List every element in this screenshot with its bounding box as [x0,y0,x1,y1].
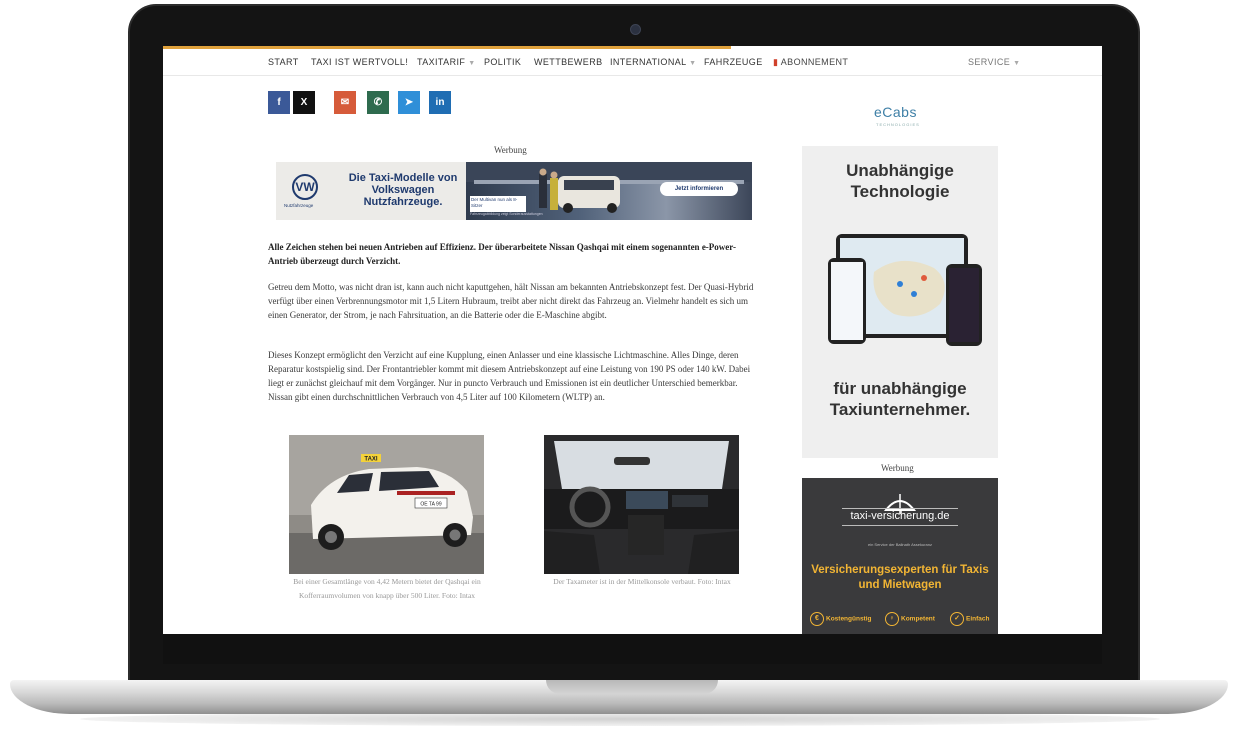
nav-abonnement-label: ABONNEMENT [780,57,849,67]
insurance-brand: taxi-versicherung.de [850,510,950,522]
photo-caption: Der Taxameter ist in der Mittelkonsole v… [553,577,731,586]
feature-kostenguenstig: € Kostengünstig [810,612,872,626]
ecabs-logo-sub: TECHNOLOGIES [876,122,920,127]
chevron-down-icon: ▼ [689,60,697,67]
nav-taxitarif[interactable]: TAXITARIF ▼ [417,57,476,67]
nav-fahrzeuge[interactable]: FAHRZEUGE [704,57,763,67]
chevron-down-icon: ▼ [468,60,476,67]
ecabs-headline-1: Unabhängige Technologie [846,161,954,201]
newspaper-icon: ▮ [773,57,779,67]
insurance-sub: ein Service der Ballnath Assekuranz [867,542,933,547]
feature-einfach: ✓ Einfach [950,612,989,626]
article-photo-interior[interactable] [544,435,739,574]
divider [842,508,958,509]
vw-photo: Jetzt informieren Der Multivan nun als 8… [466,162,752,220]
ecabs-logo[interactable]: eCabs [874,104,917,120]
nissan-interior-image [544,435,739,574]
article-photo-exterior[interactable]: TAXI OE TA 99 [289,435,484,574]
nav-international[interactable]: INTERNATIONAL ▼ [610,57,696,67]
vw-small-box: Der Multivan nun als 8-Sitzer [470,196,526,212]
phone-mockup-left [828,258,866,344]
share-x-button[interactable]: X [293,91,315,114]
nav-abonnement[interactable]: ▮ ABONNEMENT [773,57,848,68]
feature-label: Kompetent [901,615,935,623]
nav-politik[interactable]: POLITIK [484,57,521,67]
nav-international-label: INTERNATIONAL [610,57,687,67]
vw-disclaimer: Fahrzeugabbildung zeigt Sonderausstattun… [470,212,543,216]
feature-kompetent: ♀ Kompetent [885,612,935,626]
article-paragraph: Dieses Konzept ermöglicht den Verzicht a… [268,350,751,402]
divider [842,525,958,526]
nav-start[interactable]: START [268,57,299,67]
nav-service[interactable]: SERVICE ▼ [968,57,1020,67]
lightbulb-icon: ♀ [885,612,899,626]
share-linkedin-button[interactable]: in [429,91,451,114]
browser-screen: START TAXI IST WERTVOLL! TAXITARIF ▼ POL… [163,46,1102,634]
nav-wettbewerb[interactable]: WETTBEWERB [534,57,603,67]
share-email-button[interactable]: ✉ [334,91,356,114]
vw-cta-button[interactable]: Jetzt informieren [660,182,738,196]
taxi-sign: TAXI [364,457,378,463]
devices-image [828,234,982,350]
photo-caption: Bei einer Gesamtlänge von 4,42 Metern bi… [293,577,481,600]
main-nav: START TAXI IST WERTVOLL! TAXITARIF ▼ POL… [163,49,1102,76]
share-telegram-button[interactable]: ➤ [398,91,420,114]
laptop-shadow [80,712,1160,726]
feature-label: Kostengünstig [826,615,872,623]
license-plate: OE TA 99 [420,502,441,508]
phone-screen [831,262,863,340]
laptop-bezel [163,634,1102,664]
phone-screen [949,268,979,342]
vw-logo: VW [292,174,318,200]
thumbs-up-icon: ✓ [950,612,964,626]
nav-service-label: SERVICE [968,57,1011,67]
ad-label: Werbung [494,145,527,155]
webcam [630,24,641,35]
share-whatsapp-button[interactable]: ✆ [367,91,389,114]
chevron-down-icon: ▼ [1013,60,1021,67]
vw-banner-ad[interactable]: VW Nutzfahrzeuge Die Taxi-Modelle von Vo… [276,162,752,220]
vw-headline: Die Taxi-Modelle von Volkswagen Nutzfahr… [348,172,458,208]
phone-mockup-right [946,264,982,346]
feature-label: Einfach [966,615,990,623]
ecabs-headline-2: für unabhängige Taxiunternehmer. [829,379,971,419]
insurance-side-ad[interactable]: taxi-versicherung.de ein Service der Bal… [802,478,998,634]
vw-logo-sub: Nutzfahrzeuge [284,203,314,208]
euro-icon: € [810,612,824,626]
article-paragraph: Getreu dem Motto, was nicht dran ist, ka… [268,282,754,320]
nissan-qashqai-taxi-image: TAXI OE TA 99 [289,435,484,574]
ad-label: Werbung [881,463,914,473]
laptop-notch [546,680,718,694]
share-facebook-button[interactable]: f [268,91,290,114]
ecabs-side-ad[interactable]: Unabhängige Technologie für unabhängige … [802,146,998,458]
insurance-headline: Versicherungsexperten für Taxis und Miet… [811,564,989,591]
article-lead: Alle Zeichen stehen bei neuen Antrieben … [268,242,736,266]
nav-taxi-ist-wertvoll[interactable]: TAXI IST WERTVOLL! [311,57,408,67]
nav-taxitarif-label: TAXITARIF [417,57,466,67]
